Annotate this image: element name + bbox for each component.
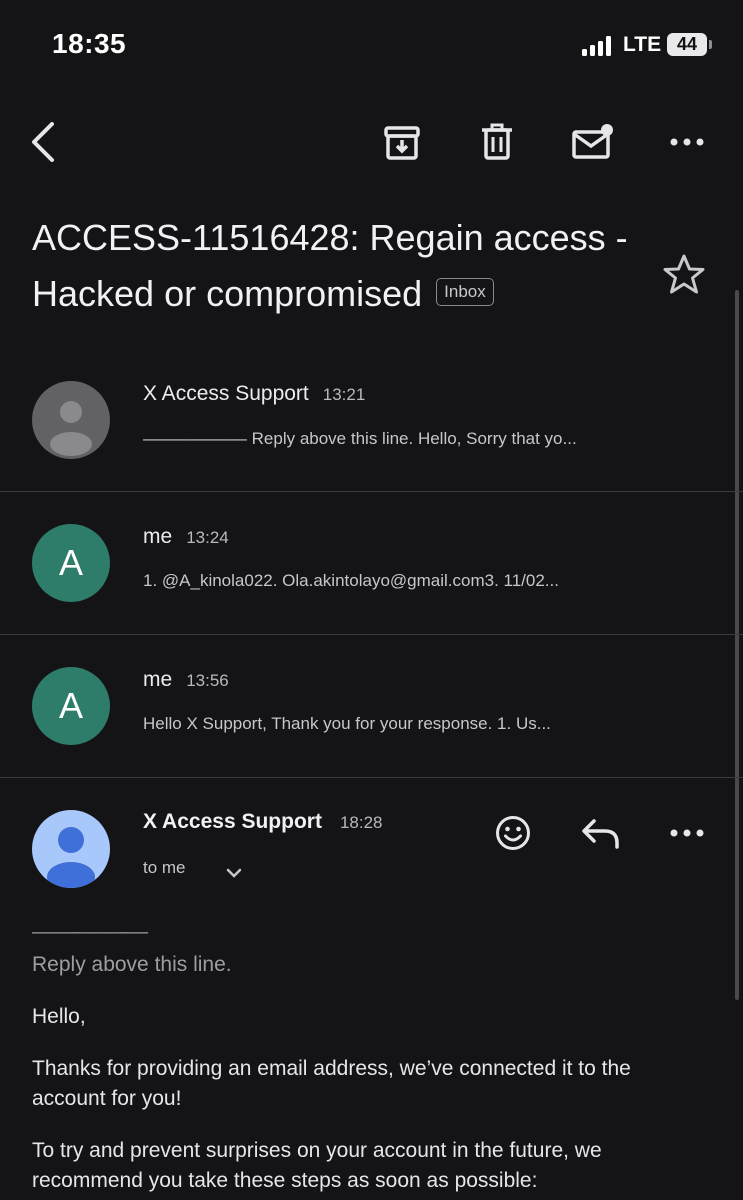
thread-item[interactable]: X Access Support 13:21 ——–——–— Reply abov… xyxy=(0,365,735,491)
cellular-signal-icon xyxy=(582,36,616,56)
star-icon xyxy=(663,254,705,294)
message-time: 18:28 xyxy=(339,813,383,832)
more-horizontal-icon xyxy=(670,138,704,146)
avatar: A xyxy=(32,524,110,602)
chevron-left-icon xyxy=(32,122,54,162)
chevron-down-icon xyxy=(226,868,242,878)
avatar xyxy=(32,381,110,459)
emoji-icon xyxy=(496,816,530,850)
battery-tip xyxy=(709,40,712,49)
react-emoji-button[interactable] xyxy=(495,815,531,851)
mail-unread-icon xyxy=(572,124,613,159)
person-icon xyxy=(47,827,95,888)
divider xyxy=(0,777,743,778)
greeting: Hello, xyxy=(32,1005,86,1028)
status-time: 18:35 xyxy=(52,28,127,59)
sender-avatar xyxy=(32,810,110,888)
sender-name: X Access Support xyxy=(143,382,309,405)
mark-unread-button[interactable] xyxy=(571,122,615,160)
back-button[interactable] xyxy=(28,120,60,164)
network-type: LTE xyxy=(623,33,662,56)
thread-header: X Access Support 13:21 xyxy=(143,382,365,406)
message-more-options-button[interactable] xyxy=(669,827,705,839)
avatar: A xyxy=(32,667,110,745)
open-message-header: X Access Support 18:28 xyxy=(143,810,383,834)
body-paragraph: Thanks for providing an email address, w… xyxy=(32,1057,631,1110)
body-paragraph: To try and prevent surprises on your acc… xyxy=(32,1139,602,1192)
thread-header: me 13:56 xyxy=(143,668,229,692)
reply-separator: ——–——–— xyxy=(32,922,149,943)
thread-header: me 13:24 xyxy=(143,525,229,549)
message-time: 13:21 xyxy=(322,385,366,404)
more-horizontal-icon xyxy=(670,829,704,837)
message-snippet: 1. @A_kinola022. Ola.akintolayo@gmail.co… xyxy=(143,571,559,590)
details-expander[interactable] xyxy=(226,866,242,884)
archive-button[interactable] xyxy=(383,124,421,162)
scrollbar[interactable] xyxy=(735,290,739,1000)
person-placeholder-icon xyxy=(50,401,92,456)
sender-name: me xyxy=(143,525,173,548)
more-options-button[interactable] xyxy=(669,136,705,148)
message-snippet: ——–——–— Reply above this line. Hello, So… xyxy=(143,429,577,448)
email-subject: ACCESS-11516428: Regain access - Hacked … xyxy=(32,210,632,322)
reply-icon xyxy=(582,819,619,849)
delete-button[interactable] xyxy=(480,123,514,161)
message-time: 13:24 xyxy=(186,528,229,547)
archive-icon xyxy=(384,126,420,160)
reply-button[interactable] xyxy=(581,818,621,850)
subject-title: ACCESS-11516428: Regain access - Hacked … xyxy=(32,217,628,314)
thread-item[interactable]: A me 13:24 1. @A_kinola022. Ola.akintolay… xyxy=(0,492,735,634)
message-time: 13:56 xyxy=(186,671,229,690)
recipient-details-toggle[interactable]: to me xyxy=(143,858,186,878)
trash-icon xyxy=(482,123,512,160)
inbox-label-badge[interactable]: Inbox xyxy=(436,278,494,307)
star-button[interactable] xyxy=(662,253,706,295)
recipient-text: to me xyxy=(143,858,186,877)
sender-name: X Access Support xyxy=(143,810,322,833)
battery-indicator: 44 xyxy=(667,33,707,56)
thread-item[interactable]: A me 13:56 Hello X Support, Thank you for… xyxy=(0,635,735,777)
sender-name: me xyxy=(143,668,173,691)
message-snippet: Hello X Support, Thank you for your resp… xyxy=(143,714,551,733)
reply-line-note: Reply above this line. xyxy=(32,953,232,976)
